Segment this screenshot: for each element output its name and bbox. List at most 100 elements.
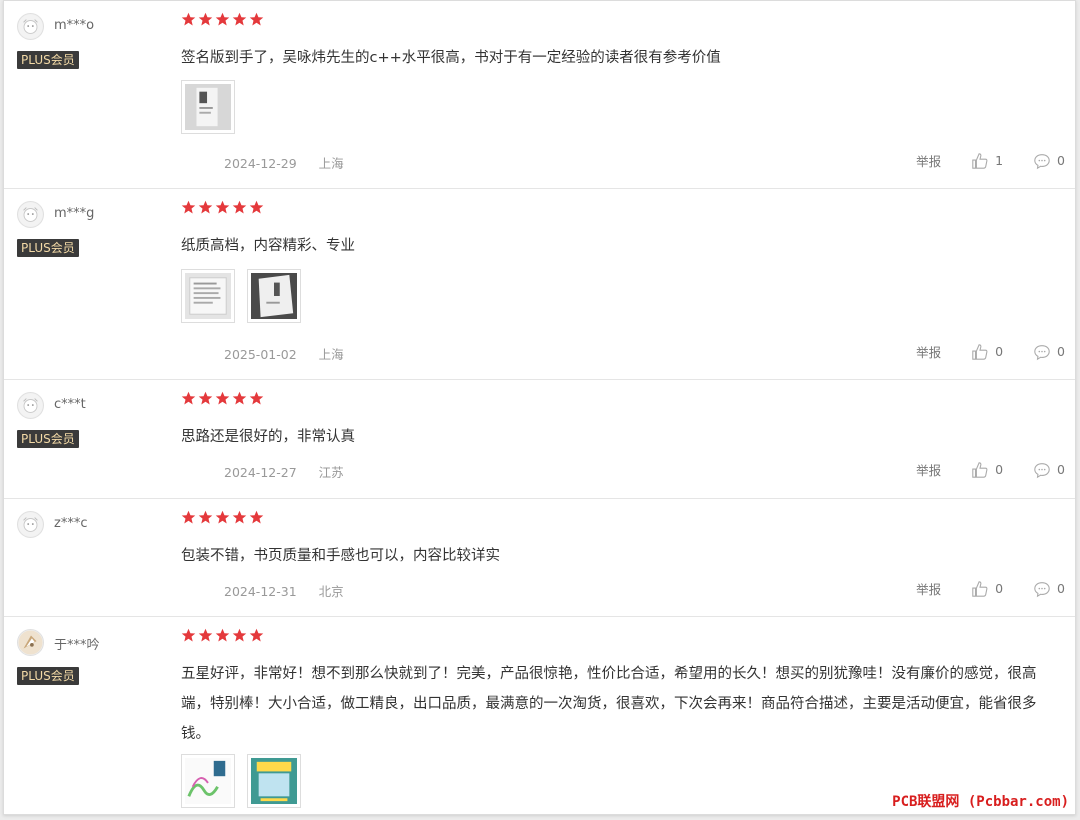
plus-member-badge: PLUS会员 <box>17 51 79 69</box>
star-icon <box>232 200 247 215</box>
star-icon <box>181 12 196 27</box>
review-text: 思路还是很好的，非常认真 <box>181 429 355 445</box>
star-icon <box>232 12 247 27</box>
username: 于***吟 <box>54 638 100 653</box>
comment-count: 0 <box>1057 344 1065 359</box>
star-rating <box>181 200 264 215</box>
comment-icon <box>1034 153 1050 169</box>
review-item: 于***吟 PLUS会员 五星好评，非常好！想不到那么快就到了！完美，产品很惊艳… <box>4 617 1075 814</box>
review-meta: 2024-12-27 江苏 <box>224 462 362 481</box>
star-icon <box>249 200 264 215</box>
username: m***g <box>54 206 95 221</box>
star-icon <box>215 510 230 525</box>
star-rating <box>181 628 264 643</box>
star-icon <box>249 628 264 643</box>
username: z***c <box>54 516 88 531</box>
user-avatar[interactable] <box>17 629 44 656</box>
user-avatar[interactable] <box>17 13 44 40</box>
review-actions: 举报 0 0 <box>916 579 1065 598</box>
like-button[interactable]: 0 <box>971 580 1003 598</box>
review-text: 包装不错，书页质量和手感也可以，内容比较详实 <box>181 548 500 564</box>
like-count: 0 <box>995 581 1004 596</box>
comment-button[interactable]: 0 <box>1033 580 1065 598</box>
comment-count: 0 <box>1057 462 1065 477</box>
user-avatar[interactable] <box>17 201 44 228</box>
star-icon <box>198 391 213 406</box>
star-icon <box>249 12 264 27</box>
thumbs-up-icon <box>972 152 988 169</box>
star-icon <box>232 391 247 406</box>
report-link[interactable]: 举报 <box>916 342 941 361</box>
star-icon <box>249 510 264 525</box>
star-icon <box>198 628 213 643</box>
plus-member-badge: PLUS会员 <box>17 430 79 448</box>
star-icon <box>232 510 247 525</box>
review-meta: 2025-01-02 上海 <box>224 344 362 363</box>
user-avatar[interactable] <box>17 392 44 419</box>
review-item: m***g PLUS会员 纸质高档，内容精彩、专业 2025-01-02 上海 … <box>4 189 1075 380</box>
star-icon <box>181 391 196 406</box>
username: m***o <box>54 18 95 33</box>
review-date: 2024-12-29 <box>224 156 297 171</box>
report-link[interactable]: 举报 <box>916 460 941 479</box>
review-actions: 举报 1 0 <box>916 151 1065 170</box>
review-location: 北京 <box>318 584 344 599</box>
watermark: PCB联盟网 (Pcbbar.com) <box>892 794 1069 810</box>
review-item: c***t PLUS会员 思路还是很好的，非常认真 2024-12-27 江苏 … <box>4 380 1075 499</box>
comment-button[interactable]: 0 <box>1033 461 1065 479</box>
review-images <box>181 80 235 134</box>
review-location: 上海 <box>318 347 344 362</box>
review-image[interactable] <box>247 269 301 323</box>
thumbs-up-icon <box>972 461 988 478</box>
comment-icon <box>1034 581 1050 597</box>
like-count: 0 <box>995 462 1004 477</box>
like-button[interactable]: 1 <box>971 152 1003 170</box>
report-link[interactable]: 举报 <box>916 151 941 170</box>
user-avatar[interactable] <box>17 511 44 538</box>
review-actions: 举报 0 0 <box>916 342 1065 361</box>
review-image[interactable] <box>181 269 235 323</box>
review-item: z***c 包装不错，书页质量和手感也可以，内容比较详实 2024-12-31 … <box>4 499 1075 617</box>
star-icon <box>181 510 196 525</box>
review-image[interactable] <box>247 754 301 808</box>
review-meta: 2024-12-31 北京 <box>224 581 362 600</box>
review-text: 五星好评，非常好！想不到那么快就到了！完美，产品很惊艳，性价比合适，希望用的长久… <box>181 666 1037 742</box>
star-rating <box>181 510 264 525</box>
comment-icon <box>1034 462 1050 478</box>
star-icon <box>198 510 213 525</box>
thumbs-up-icon <box>972 343 988 360</box>
star-icon <box>198 200 213 215</box>
plus-member-badge: PLUS会员 <box>17 667 79 685</box>
review-text: 签名版到手了，吴咏炜先生的c++水平很高，书对于有一定经验的读者很有参考价值 <box>181 50 721 66</box>
star-icon <box>181 628 196 643</box>
review-image[interactable] <box>181 80 235 134</box>
star-icon <box>198 12 213 27</box>
review-date: 2024-12-31 <box>224 584 297 599</box>
review-actions: 举报 0 0 <box>916 460 1065 479</box>
review-images <box>181 754 301 808</box>
star-icon <box>215 200 230 215</box>
review-image[interactable] <box>181 754 235 808</box>
comment-button[interactable]: 0 <box>1033 152 1065 170</box>
star-icon <box>232 628 247 643</box>
like-button[interactable]: 0 <box>971 343 1003 361</box>
comment-count: 0 <box>1057 153 1065 168</box>
star-rating <box>181 12 264 27</box>
comment-button[interactable]: 0 <box>1033 343 1065 361</box>
like-count: 0 <box>995 344 1004 359</box>
comment-icon <box>1034 344 1050 360</box>
comment-count: 0 <box>1057 581 1065 596</box>
star-icon <box>215 391 230 406</box>
star-icon <box>215 12 230 27</box>
review-text: 纸质高档，内容精彩、专业 <box>181 238 355 254</box>
plus-member-badge: PLUS会员 <box>17 239 79 257</box>
review-list: m***o PLUS会员 签名版到手了，吴咏炜先生的c++水平很高，书对于有一定… <box>3 0 1076 815</box>
like-count: 1 <box>995 153 1004 168</box>
review-date: 2025-01-02 <box>224 347 297 362</box>
star-icon <box>181 200 196 215</box>
review-location: 江苏 <box>318 465 344 480</box>
like-button[interactable]: 0 <box>971 461 1003 479</box>
star-icon <box>215 628 230 643</box>
review-meta: 2024-12-29 上海 <box>224 153 362 172</box>
report-link[interactable]: 举报 <box>916 579 941 598</box>
